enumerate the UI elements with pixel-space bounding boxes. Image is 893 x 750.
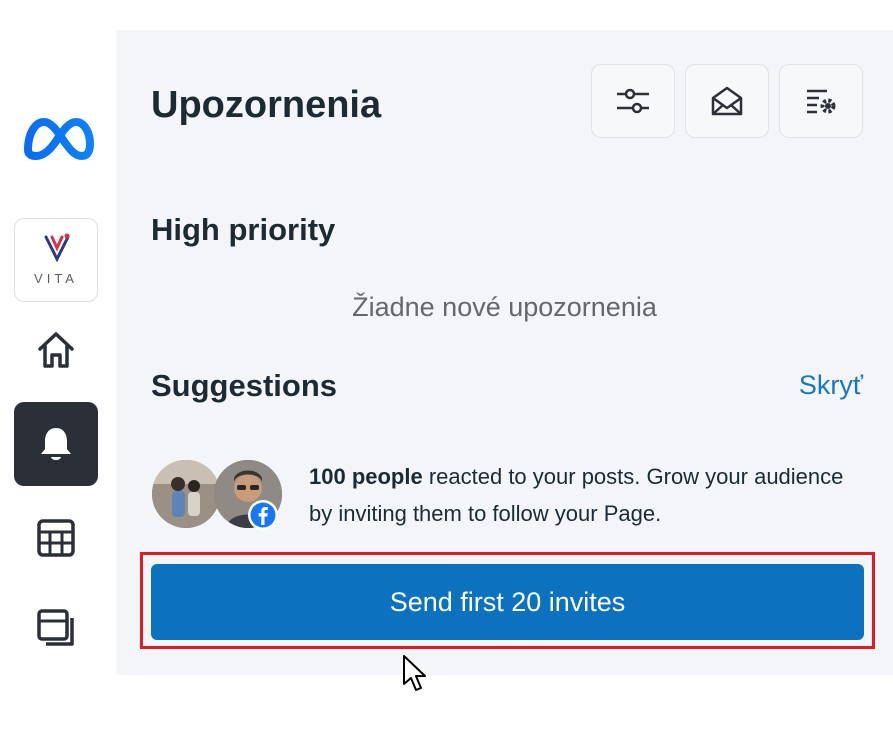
suggestion-text: 100 people reacted to your posts. Grow y… [309, 458, 849, 532]
meta-logo-icon[interactable] [20, 110, 96, 166]
notification-settings-button[interactable] [779, 64, 863, 138]
facebook-icon [248, 500, 278, 530]
couple-photo-icon [152, 460, 220, 528]
open-envelope-icon [711, 86, 743, 116]
mouse-cursor-icon [403, 655, 426, 691]
suggestions-heading: Suggestions [151, 368, 338, 403]
bell-icon [41, 428, 71, 460]
high-priority-heading: High priority [151, 212, 336, 247]
filter-settings-button[interactable] [591, 64, 675, 138]
sidebar-item-home[interactable] [14, 308, 98, 392]
empty-notifications-message: Žiadne nové upozornenia [352, 292, 657, 322]
left-sidebar: VITA [0, 30, 116, 675]
send-invites-button[interactable]: Send first 20 invites [151, 564, 864, 640]
avatar [152, 460, 220, 528]
hide-suggestions-link[interactable]: Skryť [799, 370, 863, 401]
sidebar-item-pages[interactable] [14, 586, 98, 670]
page-avatar[interactable]: VITA [14, 218, 98, 302]
table-icon [37, 519, 75, 557]
sidebar-item-notifications[interactable] [14, 402, 98, 486]
home-icon [38, 332, 74, 368]
page-title: Upozornenia [151, 84, 382, 126]
pages-icon [37, 609, 74, 646]
mark-all-read-button[interactable] [685, 64, 769, 138]
vita-logo-icon [44, 233, 70, 263]
suggestion-avatars [152, 460, 282, 532]
list-gear-icon [807, 89, 836, 114]
suggestion-highlight: 100 people [309, 464, 423, 489]
sliders-icon [617, 88, 649, 114]
notifications-panel: Upozornenia High priority Žiadne nové up… [116, 30, 893, 675]
sidebar-item-table[interactable] [14, 496, 98, 580]
page-avatar-label: VITA [34, 271, 78, 286]
